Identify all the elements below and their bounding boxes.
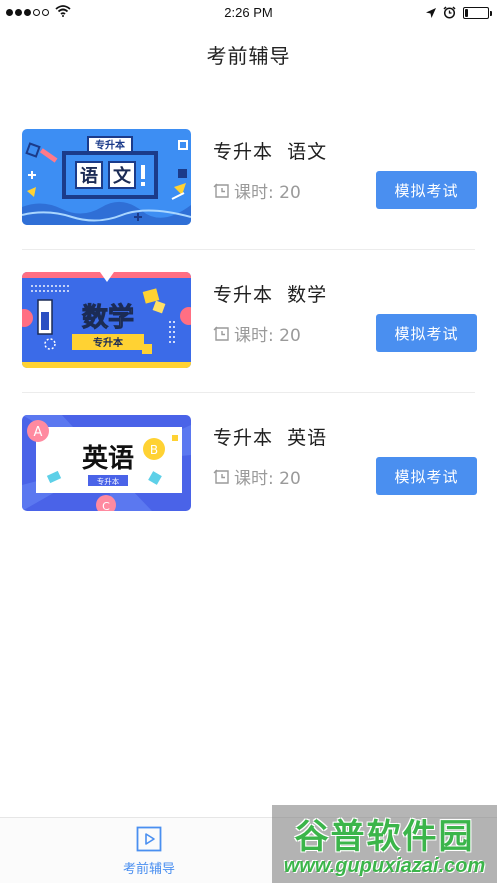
watermark: 谷普软件园 www.gupuxiazai.com	[272, 805, 497, 883]
thumb-tag-math: 专升本	[93, 336, 124, 349]
course-title-chinese: 专升本 语文	[213, 141, 328, 163]
course-hours-math: 课时: 20	[213, 321, 301, 346]
clock-icon	[213, 183, 229, 198]
status-bar: 2:26 PM	[0, 0, 497, 26]
course-list: 专升本 语 文 专升本 语文 课时: 20 模拟考试 数学 专升本 专升本 数学…	[0, 106, 497, 535]
course-thumbnail-chinese[interactable]: 专升本 语 文	[22, 129, 191, 225]
course-hours-chinese: 课时: 20	[213, 178, 301, 203]
course-thumbnail-english[interactable]: A B C 英语 专升本	[22, 415, 191, 511]
thumb-letter-b: B	[150, 443, 158, 457]
watermark-url: www.gupuxiazai.com	[283, 855, 486, 877]
course-item-chinese[interactable]: 专升本 语 文 专升本 语文 课时: 20 模拟考试	[0, 106, 497, 249]
watermark-logo-text: 谷普软件园	[294, 817, 475, 857]
clock-icon	[213, 469, 229, 484]
thumb-title-english: 英语	[82, 444, 134, 474]
thumb-title-math: 数学	[82, 302, 134, 333]
status-time: 2:26 PM	[224, 5, 273, 20]
thumb-char-2-chinese: 文	[113, 165, 132, 187]
tab-label: 考前辅导	[122, 862, 175, 877]
screen: 2:26 PM 考前辅导 专升本 语 文 专升本 语文 课时: 20 模拟考试 …	[0, 0, 497, 883]
course-title-english: 专升本 英语	[213, 427, 328, 449]
tab-exam-coaching[interactable]: 考前辅导	[110, 826, 188, 877]
thumb-tag-english: 专升本	[97, 476, 120, 486]
alarm-clock-icon	[443, 6, 456, 19]
thumb-char-1-chinese: 语	[80, 166, 98, 187]
course-title-math: 专升本 数学	[213, 284, 328, 306]
course-item-english[interactable]: A B C 英语 专升本 专升本 英语 课时: 20 模拟考试	[0, 392, 497, 535]
clock-icon	[213, 326, 229, 341]
battery-icon	[463, 6, 492, 19]
mock-exam-button-math[interactable]: 模拟考试	[376, 314, 477, 352]
location-arrow-icon	[426, 7, 436, 18]
page-title: 考前辅导	[206, 44, 291, 68]
course-thumbnail-math[interactable]: 数学 专升本	[22, 272, 191, 368]
thumb-letter-c: C	[102, 500, 110, 511]
course-hours-label: 课时: 20	[234, 469, 301, 489]
course-hours-label: 课时: 20	[234, 326, 301, 346]
mock-exam-button-chinese[interactable]: 模拟考试	[376, 171, 477, 209]
mock-exam-button-english[interactable]: 模拟考试	[376, 457, 477, 495]
thumb-tag-chinese: 专升本	[95, 139, 126, 152]
play-icon	[136, 826, 162, 852]
thumb-letter-a: A	[34, 425, 43, 440]
course-hours-english: 课时: 20	[213, 464, 301, 489]
course-item-math[interactable]: 数学 专升本 专升本 数学 课时: 20 模拟考试	[0, 249, 497, 392]
course-hours-label: 课时: 20	[234, 183, 301, 203]
